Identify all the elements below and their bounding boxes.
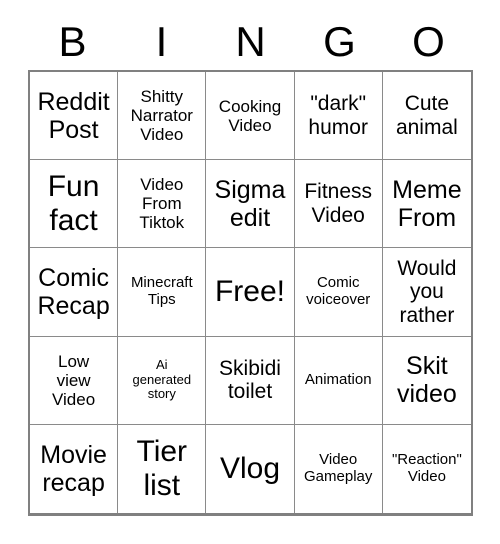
bingo-cell-label: Skibidi toilet — [219, 356, 281, 404]
bingo-cell[interactable]: Video From Tiktok — [118, 160, 207, 249]
bingo-cell-label: Fitness Video — [304, 180, 373, 227]
bingo-cell[interactable]: Comic voiceover — [294, 248, 383, 337]
bingo-cell[interactable]: Reddit Post — [30, 72, 119, 161]
bingo-cell-label: Meme From — [392, 175, 462, 232]
bingo-cell-label: Would you rather — [397, 256, 457, 327]
bingo-cell[interactable]: Minecraft Tips — [118, 248, 207, 337]
bingo-cell-label: Sigma edit — [214, 175, 286, 232]
bingo-cell-label: Animation — [304, 370, 372, 388]
bingo-cell-label: Ai generated story — [132, 357, 192, 402]
bingo-cell[interactable]: "Reaction" Video — [382, 424, 471, 513]
bingo-cell-label: Fun fact — [47, 170, 100, 237]
bingo-cell-label: Video Gameplay — [304, 451, 373, 485]
bingo-free-space[interactable]: Free! — [206, 248, 295, 337]
bingo-cell[interactable]: Skit video — [382, 336, 471, 425]
bingo-cell-label: Reddit Post — [37, 87, 110, 144]
bingo-cell-label: Tier list — [136, 435, 188, 502]
bingo-header-letter-b: B — [58, 18, 87, 65]
bingo-cell[interactable]: Cute animal — [382, 72, 471, 161]
bingo-cell[interactable]: Would you rather — [382, 248, 471, 337]
bingo-cell-label: Minecraft Tips — [130, 274, 193, 308]
bingo-cell[interactable]: "dark" humor — [294, 72, 383, 161]
bingo-cell-label: Free! — [214, 275, 285, 309]
bingo-cell[interactable]: Low view Video — [30, 336, 119, 425]
bingo-grid: Reddit Post Shitty Narrator Video Cooking … — [28, 70, 473, 516]
bingo-cell[interactable]: Ai generated story — [118, 336, 207, 425]
bingo-cell-label: Shitty Narrator Video — [130, 87, 193, 145]
bingo-cell[interactable]: Skibidi toilet — [206, 336, 295, 425]
bingo-header-letter-g: G — [323, 18, 356, 65]
bingo-card: B I N G O Reddit Post Shitty Narrator Vid… — [0, 0, 500, 544]
bingo-header-letter-i: I — [155, 18, 168, 65]
bingo-cell[interactable]: Fitness Video — [294, 160, 383, 249]
bingo-cell[interactable]: Meme From — [382, 160, 471, 249]
bingo-header-row: B I N G O — [28, 14, 473, 70]
bingo-cell-label: Comic voiceover — [306, 274, 371, 308]
bingo-cell[interactable]: Video Gameplay — [294, 424, 383, 513]
bingo-cell-label: Video From Tiktok — [139, 175, 185, 233]
bingo-cell-label: Skit video — [397, 352, 457, 409]
bingo-cell[interactable]: Sigma edit — [206, 160, 295, 249]
bingo-header-letter-o: O — [412, 18, 445, 65]
bingo-cell[interactable]: Tier list — [118, 424, 207, 513]
bingo-cell[interactable]: Comic Recap — [30, 248, 119, 337]
bingo-header-letter-n: N — [235, 18, 266, 65]
bingo-cell-label: Low view Video — [52, 351, 96, 409]
bingo-cell[interactable]: Animation — [294, 336, 383, 425]
bingo-cell[interactable]: Shitty Narrator Video — [118, 72, 207, 161]
bingo-cell[interactable]: Fun fact — [30, 160, 119, 249]
bingo-cell-label: "dark" humor — [308, 92, 368, 139]
bingo-cell[interactable]: Vlog — [206, 424, 295, 513]
bingo-cell[interactable]: Movie recap — [30, 424, 119, 513]
bingo-cell-label: "Reaction" Video — [391, 451, 462, 485]
bingo-cell-label: Cute animal — [395, 92, 458, 139]
bingo-cell-label: Vlog — [219, 452, 281, 486]
bingo-cell[interactable]: Cooking Video — [206, 72, 295, 161]
bingo-cell-label: Movie recap — [40, 440, 107, 497]
bingo-cell-label: Comic Recap — [37, 263, 110, 320]
bingo-cell-label: Cooking Video — [218, 96, 282, 135]
